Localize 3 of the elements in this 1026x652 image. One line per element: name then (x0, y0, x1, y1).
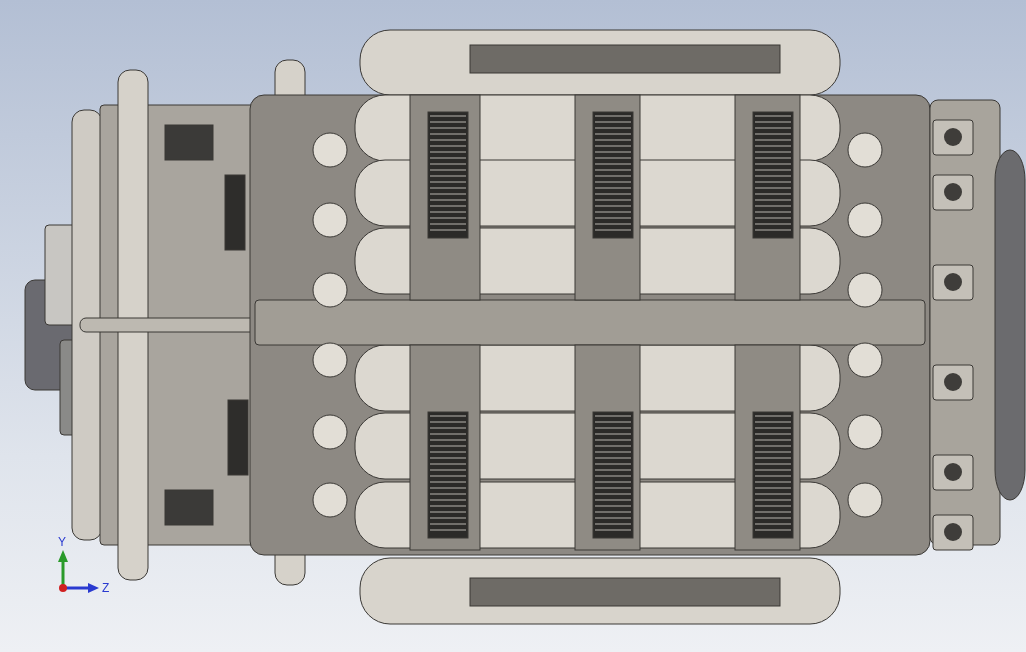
axis-label: Y (58, 535, 66, 549)
axis-origin-icon (59, 584, 67, 592)
axis-label: Z (102, 581, 110, 595)
